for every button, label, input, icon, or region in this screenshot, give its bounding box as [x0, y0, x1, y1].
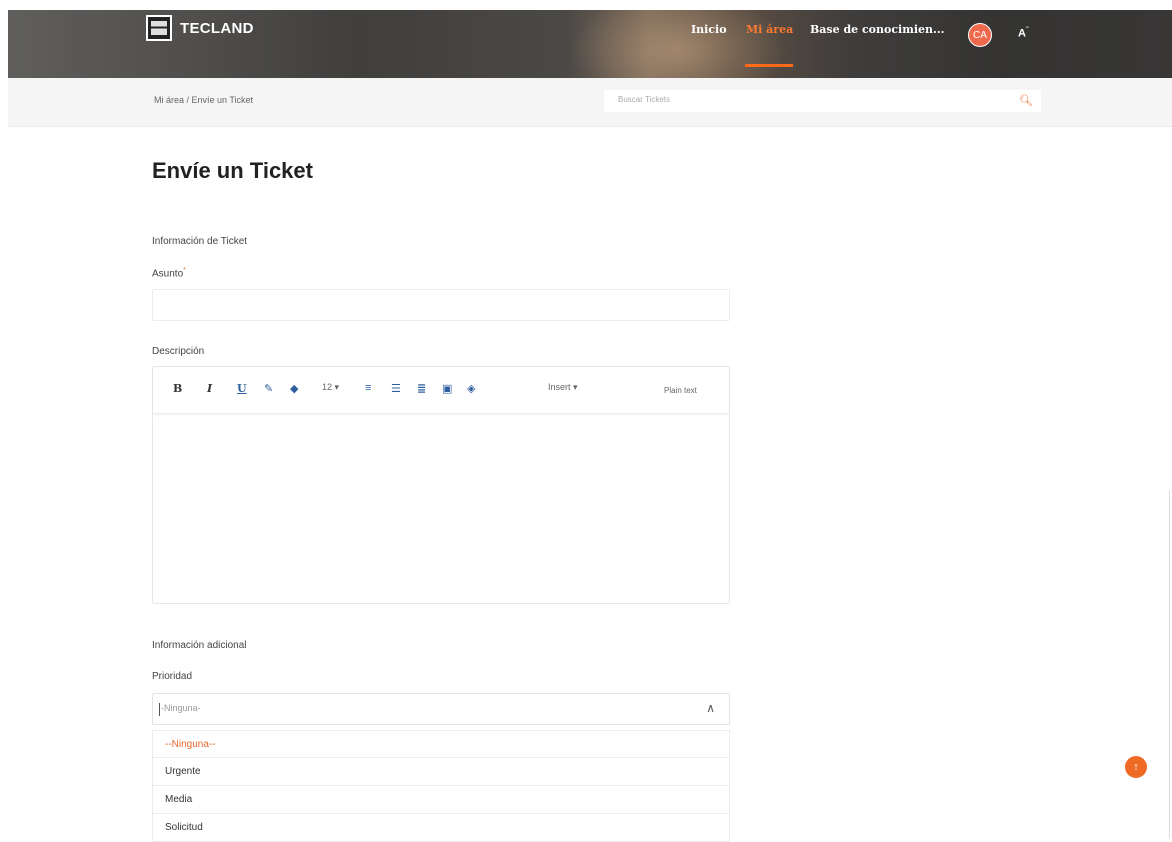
description-editor[interactable]: B I U ✎ ◆ 12 ▾ ≡ ☰ ≣ ▣ ◈ Insert ▾ Plain … [152, 366, 730, 604]
font-size-select[interactable]: 12 ▾ [322, 382, 339, 393]
bullet-list-icon[interactable]: ☰ [391, 382, 401, 395]
eraser-icon[interactable]: ◈ [467, 382, 475, 395]
font-color-icon[interactable]: ✎ [264, 382, 273, 395]
indent-icon[interactable]: ≣ [417, 382, 426, 395]
italic-button[interactable]: I [207, 382, 212, 395]
prioridad-selected-value: -Ninguna- [161, 703, 201, 713]
highlight-icon[interactable]: ◆ [290, 382, 298, 395]
search-placeholder: Buscar Tickets [618, 95, 671, 104]
scroll-to-top-button[interactable]: ↑ [1125, 756, 1147, 778]
brand-name[interactable]: TECLAND [180, 20, 254, 37]
prioridad-select[interactable]: -Ninguna- ∧ [152, 693, 730, 725]
plain-text-toggle[interactable]: Plain text [664, 386, 697, 395]
underline-button[interactable]: U [237, 382, 247, 395]
chevron-up-icon[interactable]: ∧ [706, 701, 715, 715]
prioridad-options: --Ninguna-- Urgente Media Solicitud [152, 730, 730, 842]
editor-toolbar: B I U ✎ ◆ 12 ▾ ≡ ☰ ≣ ▣ ◈ Insert ▾ Plain … [153, 367, 729, 414]
search-icon[interactable]: 🔍︎ [1019, 94, 1033, 107]
insert-menu[interactable]: Insert ▾ [548, 382, 578, 393]
align-left-icon[interactable]: ≡ [365, 382, 371, 394]
prioridad-label: Prioridad [152, 671, 193, 682]
nav-base-conocimiento[interactable]: Base de conocimien... [810, 23, 945, 36]
option-solicitud[interactable]: Solicitud [152, 814, 730, 842]
company-logo-icon[interactable] [146, 15, 172, 41]
bold-button[interactable]: B [173, 382, 182, 395]
sub-bar: Mi área / Envíe un Ticket Buscar Tickets… [8, 78, 1172, 127]
nav-inicio[interactable]: Inicio [691, 23, 727, 36]
section-additional-info: Información adicional [152, 640, 247, 651]
asunto-label: Asunto* [152, 267, 186, 280]
font-size-toggle-icon[interactable]: A˜ [1018, 27, 1028, 40]
search-input[interactable]: Buscar Tickets 🔍︎ [604, 90, 1041, 112]
scrollbar-track[interactable] [1169, 490, 1170, 839]
option-media[interactable]: Media [152, 786, 730, 814]
nav-mi-area[interactable]: Mi área [746, 23, 793, 36]
active-nav-indicator [745, 64, 793, 67]
asunto-field[interactable] [152, 289, 730, 321]
option-ninguna[interactable]: --Ninguna-- [152, 730, 730, 758]
image-icon[interactable]: ▣ [442, 382, 452, 395]
option-urgente[interactable]: Urgente [152, 758, 730, 786]
page-title: Envíe un Ticket [152, 158, 313, 183]
breadcrumb[interactable]: Mi área / Envíe un Ticket [154, 95, 253, 105]
descripcion-label: Descripción [152, 346, 205, 357]
section-ticket-info: Información de Ticket [152, 236, 248, 247]
avatar[interactable]: CA [968, 23, 992, 47]
arrow-up-icon: ↑ [1133, 761, 1139, 773]
